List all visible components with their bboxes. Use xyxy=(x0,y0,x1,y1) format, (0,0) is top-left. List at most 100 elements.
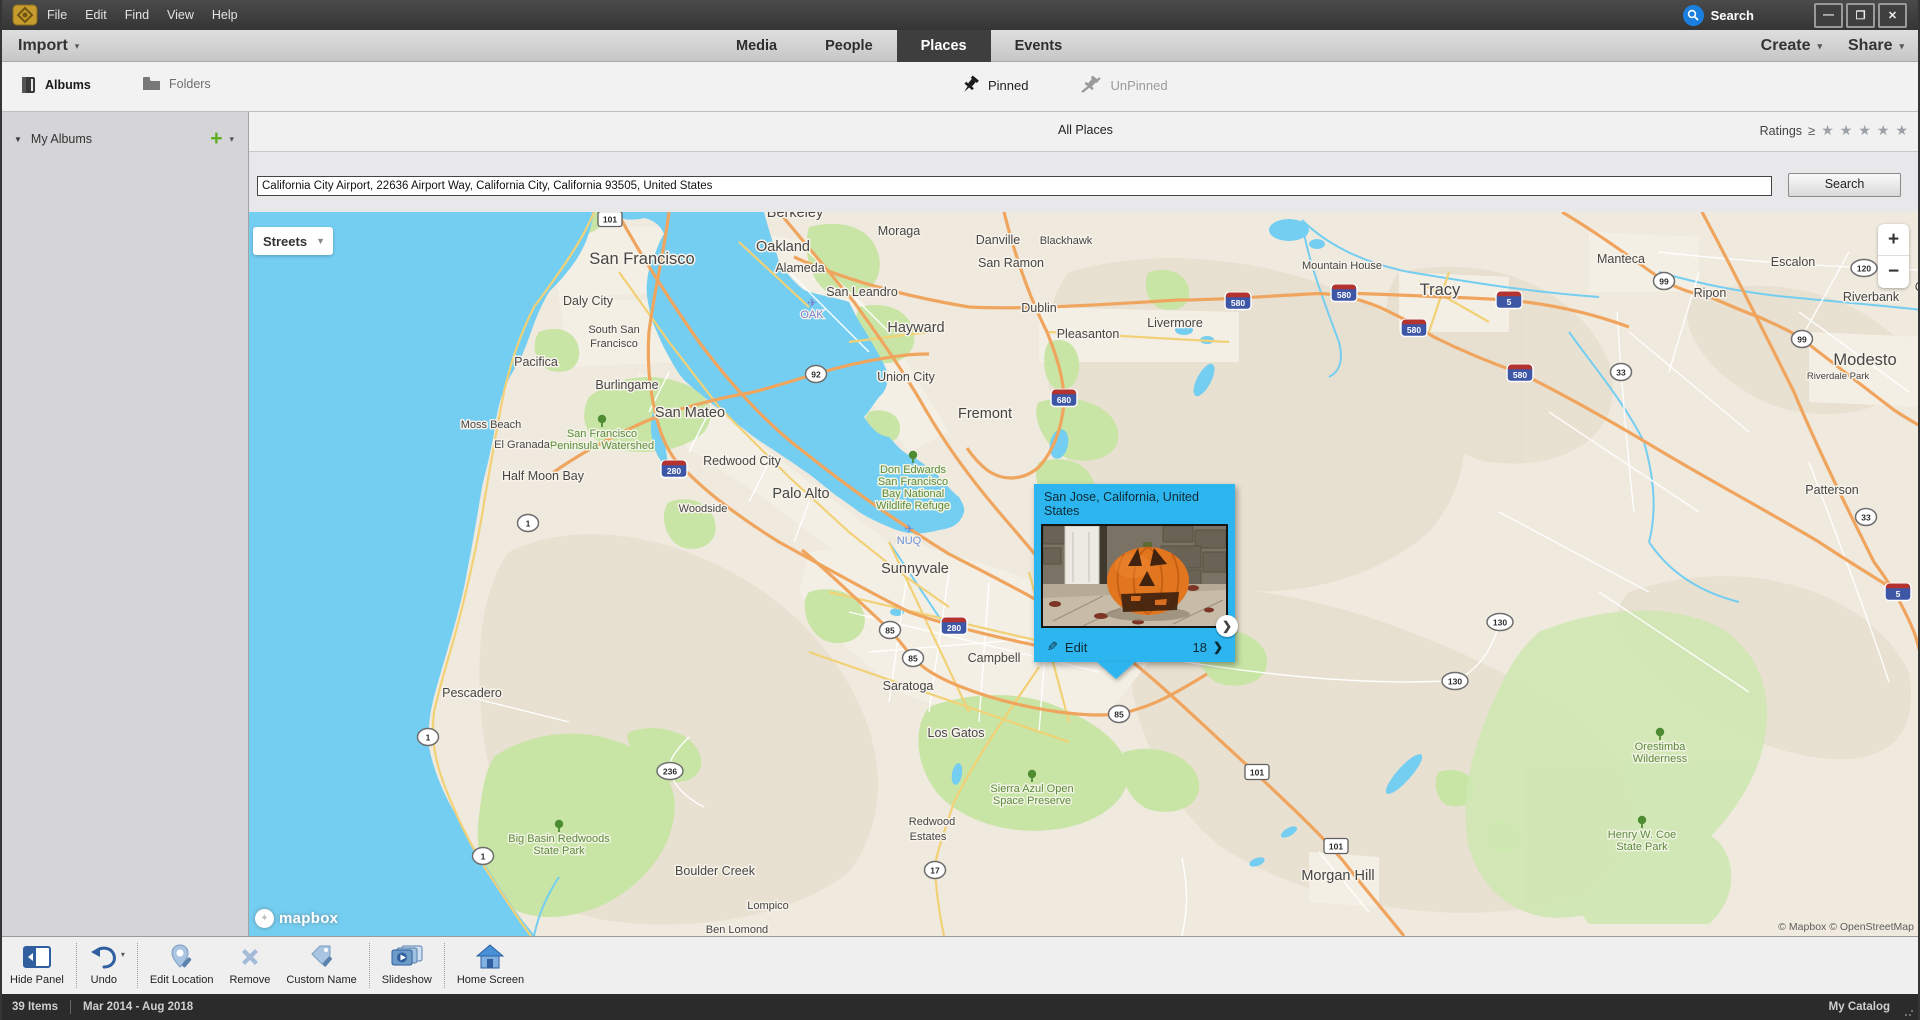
chevron-down-icon: ▼ xyxy=(316,236,325,246)
zoom-out-button[interactable]: − xyxy=(1878,256,1909,287)
tab-pinned[interactable]: Pinned xyxy=(960,75,1028,95)
map-canvas[interactable]: San FranciscoPeninsula WatershedDon Edwa… xyxy=(249,212,1920,936)
map-style-dropdown[interactable]: Streets ▼ xyxy=(253,227,333,255)
star-icon[interactable]: ★ xyxy=(1895,122,1908,139)
home-screen-button[interactable]: Home Screen xyxy=(449,937,532,994)
chevron-down-icon: ▾ xyxy=(75,41,80,52)
svg-text:101: 101 xyxy=(1250,768,1264,778)
menu-help[interactable]: Help xyxy=(203,0,247,30)
svg-text:33: 33 xyxy=(1861,513,1871,523)
menu-file[interactable]: File xyxy=(38,0,76,30)
popup-photo-thumbnail[interactable]: ❯ xyxy=(1041,524,1228,628)
maximize-button[interactable]: ❐ xyxy=(1846,3,1875,28)
svg-text:Space Preserve: Space Preserve xyxy=(993,795,1071,807)
svg-text:120: 120 xyxy=(1857,264,1871,274)
menu-view[interactable]: View xyxy=(158,0,203,30)
us-route-shield-icon: 101 xyxy=(1324,839,1348,854)
state-route-shield-icon: 1 xyxy=(518,515,539,532)
close-button[interactable]: ✕ xyxy=(1878,3,1907,28)
svg-text:Sierra Azul Open: Sierra Azul Open xyxy=(990,783,1073,795)
items-count: 39 Items xyxy=(12,1001,58,1013)
edit-place-button[interactable]: ✎ Edit xyxy=(1047,639,1087,655)
undo-button[interactable]: Undo ▾ xyxy=(81,937,133,994)
us-route-shield-icon: 101 xyxy=(598,212,622,227)
my-albums-group[interactable]: ▼ My Albums + ▾ xyxy=(2,126,248,152)
tab-unpinned[interactable]: UnPinned xyxy=(1080,75,1167,95)
map-city-label: Ben Lomond xyxy=(706,924,768,936)
map-city-label: Fremont xyxy=(958,406,1012,422)
chevron-down-icon[interactable]: ▾ xyxy=(121,950,125,959)
svg-text:85: 85 xyxy=(885,626,895,636)
svg-text:1: 1 xyxy=(481,852,486,862)
state-route-shield-icon: 236 xyxy=(657,763,683,780)
hide-panel-button[interactable]: Hide Panel xyxy=(2,937,72,994)
tab-media[interactable]: Media xyxy=(712,30,801,62)
plus-icon: + xyxy=(210,130,222,148)
map-city-label: Alameda xyxy=(775,261,824,275)
svg-text:101: 101 xyxy=(1329,842,1343,852)
location-search-button[interactable]: Search xyxy=(1788,173,1901,197)
state-route-shield-icon: 85 xyxy=(903,650,924,667)
home-icon xyxy=(476,942,504,972)
star-icon[interactable]: ★ xyxy=(1821,122,1834,139)
map-attribution[interactable]: © Mapbox © OpenStreetMap xyxy=(1778,921,1914,933)
svg-text:236: 236 xyxy=(663,767,677,777)
tab-places[interactable]: Places xyxy=(897,30,991,62)
ratings-filter[interactable]: Ratings ≥ ★ ★ ★ ★ ★ xyxy=(1760,122,1908,139)
map-city-label: Woodside xyxy=(679,503,728,515)
svg-text:Don Edwards: Don Edwards xyxy=(880,464,947,476)
map-city-label: Modesto xyxy=(1833,351,1896,369)
edit-location-button[interactable]: Edit Location xyxy=(142,937,222,994)
svg-text:Wilderness: Wilderness xyxy=(1633,753,1688,765)
star-icon[interactable]: ★ xyxy=(1858,122,1871,139)
tab-events[interactable]: Events xyxy=(991,30,1087,62)
map-city-label: Palo Alto xyxy=(772,486,829,502)
hide-panel-icon xyxy=(23,942,51,972)
menu-edit[interactable]: Edit xyxy=(76,0,116,30)
tab-folders[interactable]: Folders xyxy=(142,76,211,91)
svg-text:280: 280 xyxy=(667,466,681,476)
global-search-button[interactable]: Search xyxy=(1683,5,1754,26)
map-city-label: Berkeley xyxy=(767,212,824,221)
toolbar-separator xyxy=(369,943,370,988)
svg-text:1: 1 xyxy=(426,733,431,743)
share-button[interactable]: Share▾ xyxy=(1848,37,1904,55)
add-album-button[interactable]: + ▾ xyxy=(210,130,234,148)
date-range: Mar 2014 - Aug 2018 xyxy=(83,1001,193,1013)
zoom-in-button[interactable]: + xyxy=(1878,224,1909,256)
star-icon[interactable]: ★ xyxy=(1877,122,1890,139)
map-city-label: Oakland xyxy=(756,239,810,255)
mapbox-icon: ✦ xyxy=(255,909,274,928)
edit-location-icon xyxy=(168,942,196,972)
resize-grip-icon[interactable] xyxy=(1904,1007,1914,1017)
svg-text:280: 280 xyxy=(947,623,961,633)
svg-text:33: 33 xyxy=(1616,368,1626,378)
create-button[interactable]: Create▾ xyxy=(1761,37,1822,55)
state-route-shield-icon: 99 xyxy=(1792,331,1813,348)
slideshow-button[interactable]: Slideshow xyxy=(374,937,440,994)
custom-name-button[interactable]: Custom Name xyxy=(278,937,364,994)
star-icon[interactable]: ★ xyxy=(1840,122,1853,139)
us-route-shield-icon: 101 xyxy=(1245,765,1269,780)
map-city-label: Patterson xyxy=(1805,483,1859,497)
location-search-input[interactable] xyxy=(257,176,1772,196)
state-route-shield-icon: 130 xyxy=(1487,614,1513,631)
minimize-button[interactable]: — xyxy=(1814,3,1843,28)
menu-find[interactable]: Find xyxy=(116,0,158,30)
disclosure-triangle-icon[interactable]: ▼ xyxy=(14,135,22,144)
mapbox-logo[interactable]: ✦ mapbox xyxy=(255,909,338,928)
tab-albums[interactable]: Albums xyxy=(20,76,91,94)
map-city-label: Riverdale Park xyxy=(1807,371,1870,382)
svg-text:85: 85 xyxy=(1114,710,1124,720)
import-button[interactable]: Import ▾ xyxy=(18,30,79,62)
svg-text:5: 5 xyxy=(1507,297,1512,307)
svg-text:130: 130 xyxy=(1493,618,1507,628)
state-route-shield-icon: 99 xyxy=(1654,273,1675,290)
svg-text:580: 580 xyxy=(1337,290,1351,300)
map-city-label: Estates xyxy=(910,831,947,843)
photo-count-button[interactable]: 18 ❯ xyxy=(1192,640,1223,655)
tab-people[interactable]: People xyxy=(801,30,897,62)
remove-button[interactable]: Remove xyxy=(221,937,278,994)
svg-text:580: 580 xyxy=(1513,370,1527,380)
places-filter-row: All Places Ratings ≥ ★ ★ ★ ★ ★ xyxy=(249,112,1920,152)
